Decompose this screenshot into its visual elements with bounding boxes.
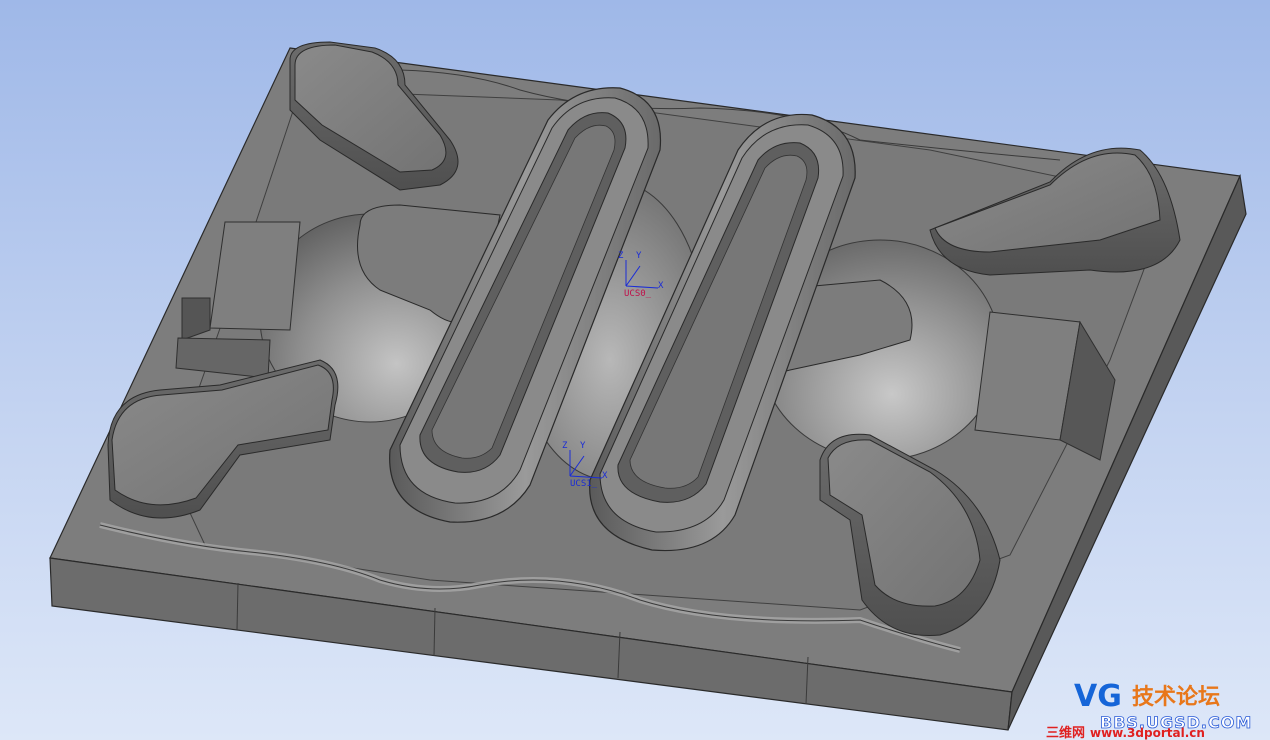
ucs0-y-label: Y [636, 251, 642, 261]
watermark-forum-text: 技术论坛 [1132, 684, 1220, 710]
watermark-url: www.3dportal.cn [1090, 726, 1205, 740]
watermark-logo: VG [1074, 679, 1122, 714]
ucs0-x-label: X [658, 281, 664, 291]
ucs1-name: UCS1_ [570, 479, 598, 489]
watermark-site-cn: 三维网 [1046, 725, 1085, 740]
ucs0-name: UCS0_ [624, 289, 652, 299]
ucs0-z-label: Z [618, 251, 624, 261]
cad-viewport[interactable]: Z Y X UCS0_ Z Y X UCS1_ VG 技术论坛 BBS.UGSD… [0, 0, 1270, 740]
watermark: VG 技术论坛 BBS.UGSD.COM 三维网 www.3dportal.cn [1046, 679, 1252, 740]
ucs1-z-label: Z [562, 441, 568, 451]
ucs1-y-label: Y [580, 441, 586, 451]
ucs1-x-label: X [602, 471, 608, 481]
